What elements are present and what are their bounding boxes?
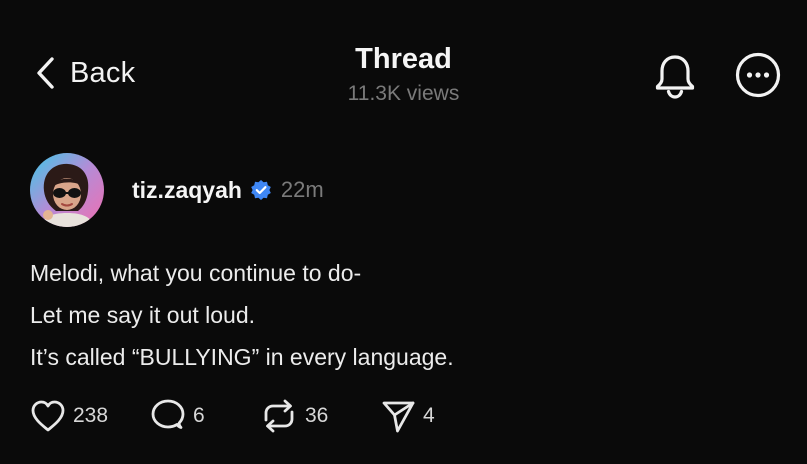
notifications-button[interactable] (652, 52, 698, 105)
heart-icon (31, 400, 65, 432)
bell-icon (655, 55, 695, 99)
post-timestamp: 22m (280, 177, 324, 202)
post-body: Melodi, what you continue to do- Let me … (30, 252, 790, 378)
back-button[interactable]: Back (36, 56, 135, 90)
thread-post: tiz.zaqyah 22m (30, 152, 790, 228)
like-count: 238 (73, 404, 109, 427)
repost-icon (264, 399, 294, 433)
comment-icon (151, 399, 185, 429)
repost-count: 36 (305, 404, 329, 427)
reply-count: 6 (193, 404, 205, 427)
more-icon (735, 52, 781, 98)
thread-header: Back Thread 11.3K views (0, 0, 807, 120)
share-button[interactable]: 4 (380, 398, 460, 434)
send-icon (382, 401, 415, 433)
verified-badge-icon (250, 179, 272, 201)
post-text-line: Let me say it out loud. (30, 302, 256, 328)
post-username[interactable]: tiz.zaqyah (132, 177, 242, 204)
avatar[interactable] (30, 153, 104, 227)
post-text-line: It’s called “BULLYING” in every language… (30, 344, 454, 370)
share-count: 4 (423, 404, 435, 427)
post-author-row: tiz.zaqyah 22m (30, 152, 790, 228)
reply-button[interactable]: 6 (150, 398, 260, 434)
like-button[interactable]: 238 (30, 399, 150, 433)
back-label: Back (70, 56, 136, 89)
chevron-left-icon (37, 57, 54, 89)
more-options-button[interactable] (735, 52, 781, 103)
post-actions: 238 6 36 4 (30, 396, 460, 436)
repost-button[interactable]: 36 (260, 398, 380, 434)
post-text-line: Melodi, what you continue to do- (30, 260, 362, 286)
